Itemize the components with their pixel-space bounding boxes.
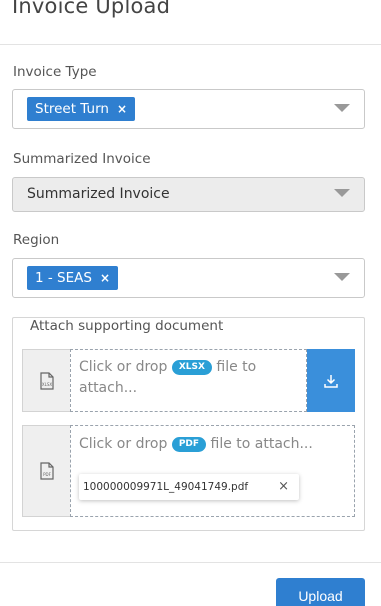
invoice-type-tag-label: Street Turn [35, 101, 109, 117]
attach-legend: Attach supporting document [22, 318, 232, 334]
region-select[interactable]: 1 - SEAS × [12, 258, 365, 298]
xlsx-badge: XLSX [171, 360, 212, 375]
pdf-badge: PDF [171, 437, 207, 452]
region-label: Region [13, 232, 60, 248]
region-tag: 1 - SEAS × [27, 266, 119, 290]
svg-text:PDF: PDF [43, 472, 51, 477]
svg-text:XLSX: XLSX [42, 382, 53, 387]
pdf-drop-text: Click or drop PDF file to attach... [79, 434, 313, 455]
xlsx-file-icon: XLSX [40, 372, 54, 390]
pdf-dropzone[interactable]: PDF Click or drop PDF file to attach... … [22, 425, 355, 517]
pdf-file-icon: PDF [40, 462, 54, 480]
chevron-down-icon[interactable] [334, 189, 350, 197]
invoice-type-label: Invoice Type [13, 64, 97, 80]
summarized-invoice-select[interactable]: Summarized Invoice [12, 177, 365, 212]
xlsx-dropzone[interactable]: XLSX Click or drop XLSX file to attach..… [22, 349, 355, 412]
xlsx-drop-area[interactable]: Click or drop XLSX file to attach... [70, 349, 307, 412]
chevron-down-icon[interactable] [334, 104, 350, 112]
pdf-drop-prefix: Click or drop [79, 436, 168, 452]
pdf-drop-suffix: file to attach... [210, 436, 313, 452]
xlsx-side-panel: XLSX [22, 349, 70, 412]
header-divider [0, 44, 381, 45]
footer-divider [0, 562, 381, 563]
remove-tag-icon[interactable]: × [100, 266, 110, 290]
chevron-down-icon[interactable] [334, 273, 350, 281]
invoice-type-tag: Street Turn × [27, 97, 135, 121]
attached-file-name: 100000009971L_49041749.pdf [83, 481, 249, 493]
xlsx-drop-prefix: Click or drop [79, 359, 168, 375]
xlsx-download-button[interactable] [307, 349, 355, 412]
region-tag-label: 1 - SEAS [35, 270, 92, 286]
upload-button[interactable]: Upload [276, 578, 365, 606]
invoice-type-select[interactable]: Street Turn × [12, 89, 365, 129]
pdf-side-panel: PDF [22, 425, 70, 517]
summarized-invoice-value: Summarized Invoice [27, 186, 170, 202]
xlsx-drop-text: Click or drop XLSX file to attach... [79, 357, 309, 399]
download-icon [324, 375, 338, 388]
pdf-drop-area[interactable]: Click or drop PDF file to attach... 1000… [70, 425, 355, 517]
summarized-invoice-label: Summarized Invoice [13, 151, 151, 167]
attached-file-chip[interactable]: 100000009971L_49041749.pdf × [79, 474, 299, 500]
remove-tag-icon[interactable]: × [117, 97, 127, 121]
remove-file-icon[interactable]: × [278, 474, 289, 500]
dialog-title: Invoice Upload [12, 0, 171, 18]
